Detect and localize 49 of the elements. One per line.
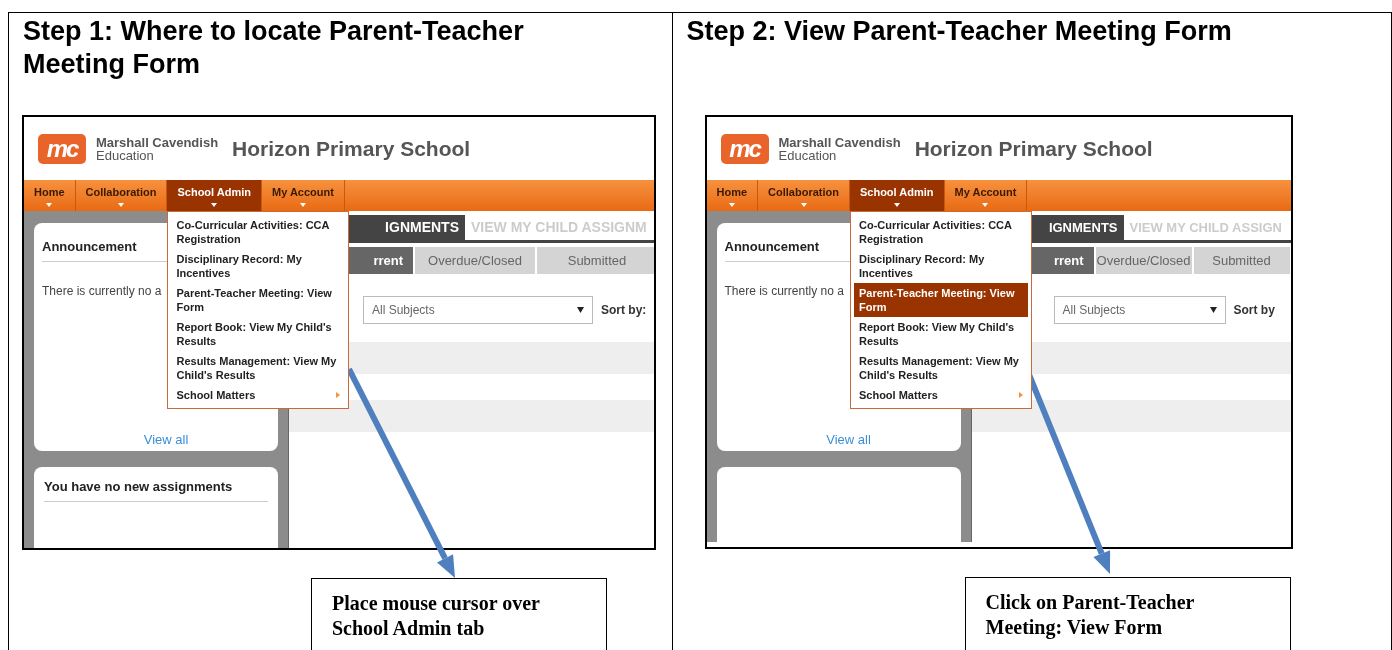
nav-tab[interactable]: My Account xyxy=(262,180,345,211)
menu-item[interactable]: Report Book: View My Child's Results xyxy=(171,317,346,351)
caret-icon xyxy=(800,202,807,207)
subject-dropdown[interactable]: All Subjects xyxy=(1053,296,1226,324)
logo-mark: mc xyxy=(38,133,86,164)
nav-tab[interactable]: School Admin xyxy=(849,180,945,211)
logo-mark: mc xyxy=(720,133,769,164)
card-heading: You have no new assignments xyxy=(44,477,268,502)
filter-tab[interactable]: Overdue/Closed xyxy=(415,247,535,274)
menu-item[interactable]: Report Book: View My Child's Results xyxy=(853,317,1028,351)
sort-label: Sort by: xyxy=(601,302,647,319)
menu-item[interactable]: Results Management: View My Child's Results xyxy=(853,351,1028,385)
filter-tab[interactable]: Submitted xyxy=(1193,247,1290,274)
brand-subtitle: Education xyxy=(778,148,838,162)
submenu-arrow-icon xyxy=(336,392,341,398)
menu-item[interactable]: School Matters xyxy=(171,385,346,405)
brand-subtitle: Education xyxy=(96,148,155,162)
brand-name: Marshall Cavendish xyxy=(778,135,901,149)
callout-box: Place mouse cursor over School Admin tab xyxy=(311,578,607,650)
submenu-arrow-icon xyxy=(1018,392,1023,398)
school-title: Horizon Primary School xyxy=(232,135,471,162)
view-all-link[interactable]: View all xyxy=(826,429,871,449)
nav-tab[interactable]: School Admin xyxy=(167,180,262,211)
dropdown-arrow-icon xyxy=(1209,307,1217,313)
subject-dropdown[interactable]: All Subjects xyxy=(363,296,593,324)
menu-item[interactable]: Parent-Teacher Meeting: View Form xyxy=(853,283,1028,317)
callout-box: Click on Parent-Teacher Meeting: View Form xyxy=(964,577,1291,650)
announcement-message: There is currently no a xyxy=(42,282,162,300)
nav-tab[interactable]: My Account xyxy=(944,180,1028,211)
filter-tab[interactable]: Submitted xyxy=(537,247,654,274)
caret-icon xyxy=(211,202,218,207)
brand-name: Marshall Cavendish xyxy=(96,135,219,149)
school-title: Horizon Primary School xyxy=(914,135,1153,162)
view-all-link[interactable]: View all xyxy=(143,429,189,449)
menu-item[interactable]: Parent-Teacher Meeting: View Form xyxy=(171,283,346,317)
caret-icon xyxy=(299,202,306,207)
menu-item[interactable]: Results Management: View My Child's Results xyxy=(171,351,346,385)
step-heading: Step 1: Where to locate Parent-Teacher Meeting Form xyxy=(23,15,525,81)
caret-icon xyxy=(46,202,53,207)
filter-tab[interactable]: Overdue/Closed xyxy=(1095,247,1192,274)
dropdown-arrow-icon xyxy=(577,307,584,313)
caret-icon xyxy=(118,202,124,207)
menu-item[interactable]: School Matters xyxy=(853,385,1028,405)
caret-icon xyxy=(728,202,735,207)
sort-label: Sort by xyxy=(1233,302,1275,319)
caret-icon xyxy=(982,202,989,207)
announcement-message: There is currently no a xyxy=(724,282,844,300)
caret-icon xyxy=(893,202,900,207)
step-heading: Step 2: View Parent-Teacher Meeting Form xyxy=(686,15,1233,48)
